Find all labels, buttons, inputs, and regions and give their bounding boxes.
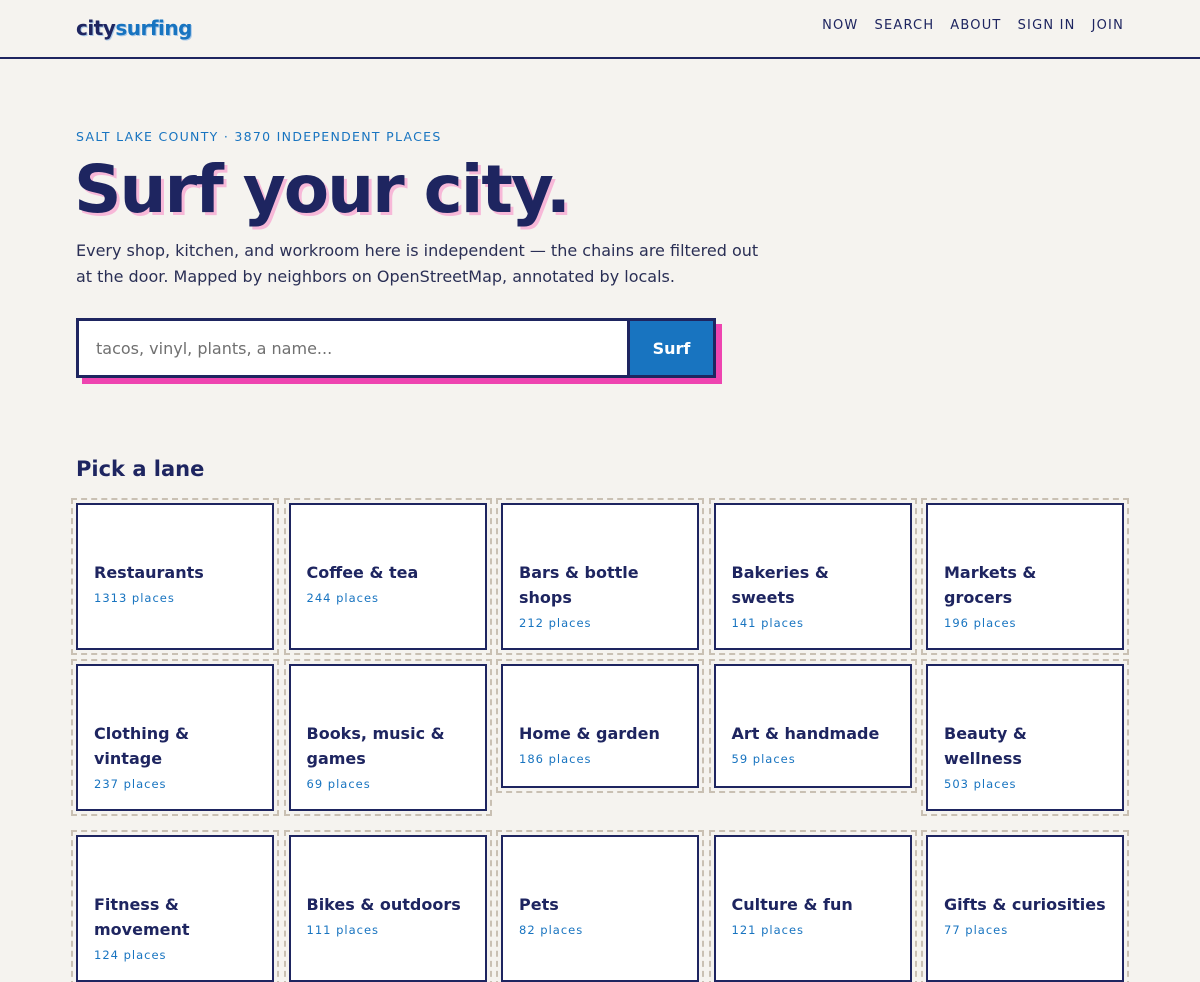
lane-card-culture-fun[interactable]: Culture & fun 121 places (708, 830, 917, 982)
lane-count: 69 places (306, 777, 371, 791)
lane-name: Books, music & games (306, 724, 445, 768)
lanes-heading: Pick a lane (76, 457, 205, 481)
lane-count: 124 places (94, 948, 167, 962)
lane-card-restaurants[interactable]: Restaurants 1313 places (71, 498, 279, 655)
nav-sign-in[interactable]: SIGN IN (1018, 18, 1076, 33)
lane-count: 244 places (306, 591, 380, 605)
lane-card-bakeries-sweets[interactable]: Bakeries & sweets 141 places (708, 498, 917, 655)
lane-count: 121 places (731, 923, 805, 937)
lane-name: Home & garden (519, 724, 660, 743)
lane-name: Coffee & tea (306, 563, 419, 582)
nav-join[interactable]: JOIN (1092, 18, 1124, 33)
logo-part-surfing: surfing (115, 16, 192, 40)
main-nav: NOW SEARCH ABOUT SIGN IN JOIN (822, 18, 1124, 33)
lane-card-beauty-wellness[interactable]: Beauty & wellness 503 places (921, 659, 1129, 816)
lanes-grid: Restaurants 1313 places Coffee & tea 244… (71, 498, 1129, 982)
lane-card-fitness-movement[interactable]: Fitness & movement 124 places (71, 830, 279, 982)
hero-title: Surf your city. (74, 151, 571, 228)
lane-name: Culture & fun (731, 895, 853, 914)
lane-count: 141 places (731, 616, 805, 630)
lane-name: Pets (519, 895, 559, 914)
lane-count: 237 places (94, 777, 167, 791)
lane-count: 111 places (306, 923, 380, 937)
lane-name: Bars & bottle shops (519, 563, 639, 607)
lane-name: Markets & grocers (944, 563, 1037, 607)
lane-count: 77 places (944, 923, 1009, 937)
lane-name: Restaurants (94, 563, 204, 582)
logo-part-city: city (76, 16, 116, 40)
nav-about[interactable]: ABOUT (950, 18, 1001, 33)
lane-count: 59 places (731, 752, 796, 766)
lane-card-markets-grocers[interactable]: Markets & grocers 196 places (921, 498, 1129, 655)
lane-count: 1313 places (94, 591, 175, 605)
lane-count: 212 places (519, 616, 592, 630)
lane-name: Clothing & vintage (94, 724, 190, 768)
lane-count: 186 places (519, 752, 592, 766)
lane-card-gifts-curiosities[interactable]: Gifts & curiosities 77 places (921, 830, 1129, 982)
lane-name: Bikes & outdoors (306, 895, 461, 914)
lane-name: Beauty & wellness (944, 724, 1027, 768)
lane-card-books-music-games[interactable]: Books, music & games 69 places (283, 659, 492, 816)
hero-lede: Every shop, kitchen, and workroom here i… (76, 241, 759, 286)
surf-button[interactable]: Surf (627, 321, 713, 375)
lane-card-coffee-tea[interactable]: Coffee & tea 244 places (283, 498, 492, 655)
nav-now[interactable]: NOW (822, 18, 858, 33)
search-box: Surf (76, 318, 716, 378)
search-form: Surf (76, 318, 722, 384)
hero-eyebrow: SALT LAKE COUNTY · 3870 INDEPENDENT PLAC… (76, 129, 442, 144)
lane-count: 82 places (519, 923, 584, 937)
nav-search[interactable]: SEARCH (875, 18, 935, 33)
lane-name: Gifts & curiosities (944, 895, 1106, 914)
lane-name: Art & handmade (731, 724, 880, 743)
lane-count: 503 places (944, 777, 1017, 791)
lane-name: Bakeries & sweets (731, 563, 829, 607)
search-input[interactable] (79, 321, 627, 375)
lane-card-bikes-outdoors[interactable]: Bikes & outdoors 111 places (283, 830, 492, 982)
site-logo[interactable]: citysurfing (76, 16, 192, 40)
lane-count: 196 places (944, 616, 1017, 630)
lane-card-home-garden[interactable]: Home & garden 186 places (496, 659, 704, 793)
lane-card-bars-bottle-shops[interactable]: Bars & bottle shops 212 places (496, 498, 704, 655)
lane-card-pets[interactable]: Pets 82 places (496, 830, 704, 982)
lane-card-art-handmade[interactable]: Art & handmade 59 places (708, 659, 917, 793)
top-bar: citysurfing NOW SEARCH ABOUT SIGN IN JOI… (0, 0, 1200, 59)
lane-card-clothing-vintage[interactable]: Clothing & vintage 237 places (71, 659, 279, 816)
